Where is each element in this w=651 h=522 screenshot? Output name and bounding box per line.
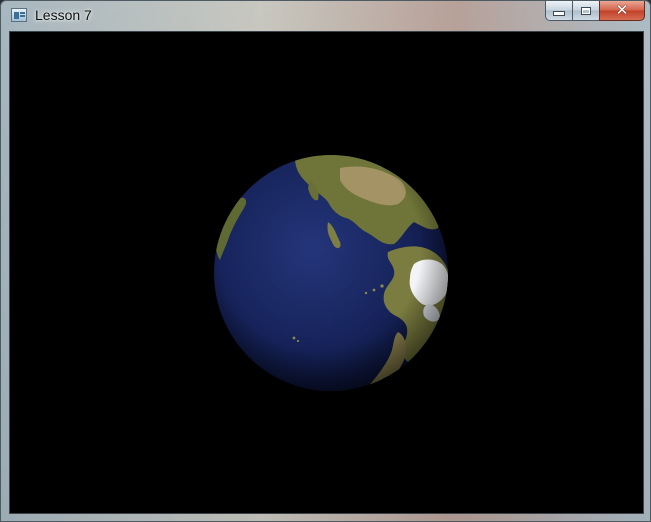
opengl-viewport[interactable] — [9, 31, 644, 514]
maximize-icon — [581, 6, 591, 15]
window-title: Lesson 7 — [35, 7, 92, 23]
app-window: Lesson 7 ✕ — [0, 0, 651, 522]
minimize-icon — [553, 11, 565, 16]
globe-canvas — [214, 155, 448, 391]
caption-buttons: ✕ — [545, 1, 645, 21]
title-bar[interactable]: Lesson 7 ✕ — [1, 1, 650, 31]
minimize-button[interactable] — [545, 1, 572, 21]
globe-shading — [214, 155, 448, 391]
close-button[interactable]: ✕ — [599, 1, 645, 21]
landmass-south-america — [364, 382, 388, 391]
app-icon[interactable] — [11, 8, 27, 22]
maximize-button[interactable] — [572, 1, 599, 21]
earth-globe — [214, 155, 448, 391]
close-icon: ✕ — [615, 1, 629, 19]
